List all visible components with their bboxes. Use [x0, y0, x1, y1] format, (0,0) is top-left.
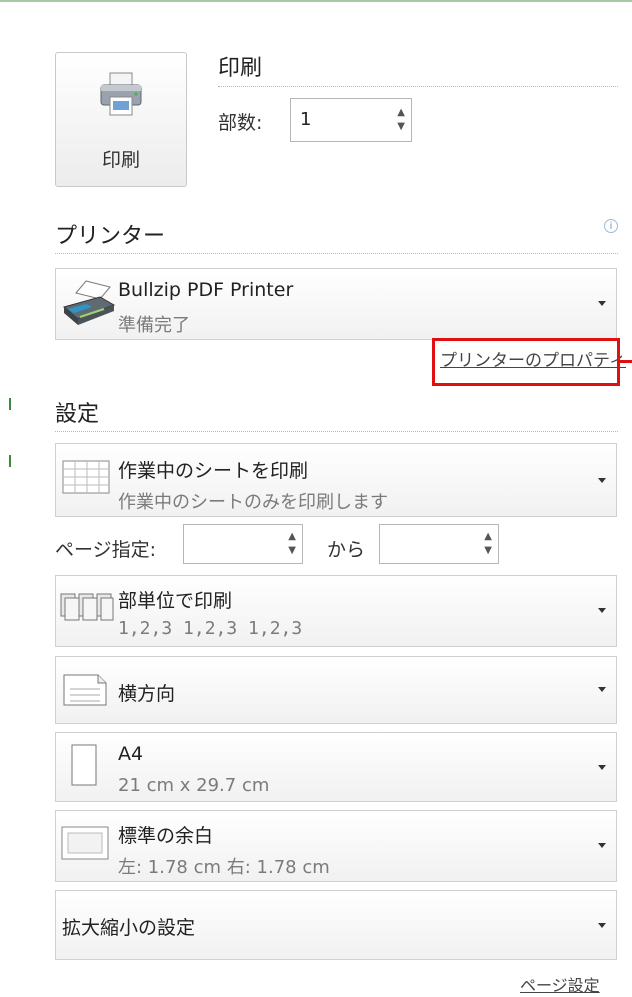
page-from-stepper[interactable]: ▲ ▼	[183, 524, 303, 564]
stepper-down-icon[interactable]: ▼	[484, 546, 492, 556]
printer-section-title: プリンター	[55, 224, 166, 249]
copies-value: 1	[300, 109, 312, 130]
margins-icon	[60, 823, 112, 869]
print-what-select[interactable]: 作業中のシートを印刷 作業中のシートのみを印刷します	[55, 443, 617, 517]
callout-arrow	[620, 360, 632, 363]
orientation-select[interactable]: 横方向	[55, 656, 617, 724]
paper-size-sub: 21 cm x 29.7 cm	[118, 775, 270, 796]
left-edge-marker	[9, 455, 11, 467]
section-divider	[55, 253, 618, 254]
print-what-sub: 作業中のシートのみを印刷します	[118, 492, 388, 513]
stepper-up-icon[interactable]: ▲	[288, 532, 296, 542]
stepper-down-icon[interactable]: ▼	[288, 546, 296, 556]
collation-sub: 1,2,3 1,2,3 1,2,3	[118, 618, 303, 639]
top-accent-line	[0, 0, 632, 2]
landscape-page-icon	[62, 671, 108, 715]
section-divider	[218, 86, 618, 87]
highlight-box	[432, 338, 620, 386]
page-to-stepper[interactable]: ▲ ▼	[379, 524, 499, 564]
left-edge-marker	[9, 398, 11, 410]
orientation-main: 横方向	[118, 683, 176, 705]
sheet-icon	[61, 455, 111, 505]
scaling-main: 拡大縮小の設定	[62, 917, 196, 939]
collation-main: 部単位で印刷	[118, 590, 233, 612]
print-section-title: 印刷	[218, 56, 263, 81]
chevron-down-icon	[598, 608, 606, 613]
printer-select[interactable]: Bullzip PDF Printer 準備完了	[55, 268, 617, 340]
stepper-down-icon[interactable]: ▼	[397, 122, 405, 132]
pages-to-label: から	[327, 539, 366, 561]
scaling-select[interactable]: 拡大縮小の設定	[55, 890, 617, 960]
chevron-down-icon	[598, 687, 606, 692]
info-icon[interactable]: i	[604, 219, 618, 233]
print-button-label: 印刷	[101, 149, 140, 171]
copies-label: 部数:	[218, 112, 263, 134]
printer-name: Bullzip PDF Printer	[118, 279, 294, 301]
copies-stepper[interactable]: 1 ▲ ▼	[290, 98, 412, 142]
stepper-up-icon[interactable]: ▲	[397, 108, 405, 118]
print-what-main: 作業中のシートを印刷	[118, 460, 309, 482]
printer-status: 準備完了	[118, 315, 190, 336]
stepper-up-icon[interactable]: ▲	[484, 532, 492, 542]
print-button[interactable]: 印刷	[55, 52, 187, 187]
chevron-down-icon	[598, 301, 606, 306]
chevron-down-icon	[598, 923, 606, 928]
printer-device-icon	[60, 277, 116, 333]
paper-size-select[interactable]: A4 21 cm x 29.7 cm	[55, 732, 617, 802]
collated-pages-icon	[59, 590, 115, 628]
pages-label: ページ指定:	[55, 539, 157, 561]
printer-icon	[98, 71, 144, 123]
page-setup-link[interactable]: ページ設定	[520, 972, 600, 996]
chevron-down-icon	[598, 765, 606, 770]
chevron-down-icon	[598, 843, 606, 848]
section-divider	[55, 431, 618, 432]
margins-select[interactable]: 標準の余白 左: 1.78 cm 右: 1.78 cm	[55, 810, 617, 882]
paper-size-main: A4	[118, 743, 144, 765]
settings-section-title: 設定	[55, 402, 100, 427]
margins-sub: 左: 1.78 cm 右: 1.78 cm	[118, 857, 330, 878]
portrait-page-icon	[70, 741, 100, 793]
margins-main: 標準の余白	[118, 825, 214, 847]
chevron-down-icon	[598, 478, 606, 483]
collation-select[interactable]: 部単位で印刷 1,2,3 1,2,3 1,2,3	[55, 575, 617, 647]
